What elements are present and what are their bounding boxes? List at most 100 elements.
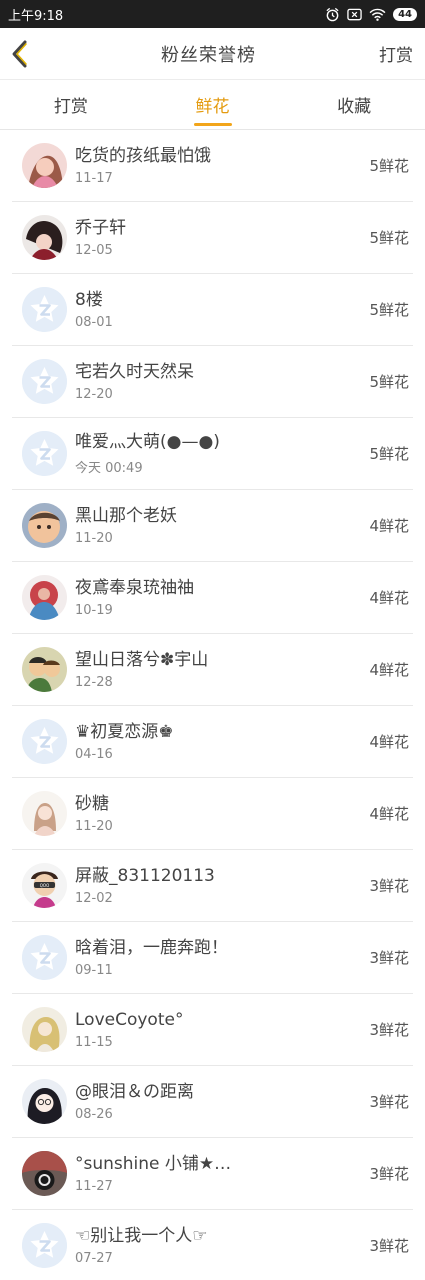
chevron-left-icon — [12, 40, 27, 67]
fan-name: LoveCoyote° — [75, 1010, 184, 1030]
fan-name: 屏蔽_831120113 — [75, 866, 215, 886]
list-item-info: 夜鳶奉泉珫䄂䄂 10-19 — [75, 577, 369, 618]
list-item-info: 砂糖 11-20 — [75, 793, 369, 834]
flower-count: 5鲜花 — [369, 445, 409, 463]
page-title: 粉丝荣誉榜 — [161, 44, 256, 66]
fan-date: 09-11 — [75, 963, 113, 978]
default-avatar-icon[interactable] — [22, 1223, 67, 1268]
fan-date: 11-20 — [75, 531, 113, 546]
list-item[interactable]: 夜鳶奉泉珫䄂䄂 10-19 4鲜花 — [12, 562, 413, 634]
list-item-info: 屏蔽_831120113 12-02 — [75, 865, 369, 906]
list-item[interactable]: 黑山那个老妖 11-20 4鲜花 — [12, 490, 413, 562]
fan-date: 07-27 — [75, 1251, 113, 1266]
avatar[interactable] — [22, 647, 67, 692]
fan-date: 10-19 — [75, 603, 113, 618]
default-avatar-icon[interactable] — [22, 431, 67, 476]
list-item-info: ☜别让我一个人☞ 07-27 — [75, 1225, 369, 1266]
back-button[interactable] — [10, 36, 38, 72]
fan-date: 12-05 — [75, 243, 113, 258]
list-item[interactable]: 望山日落兮✽宇山 12-28 4鲜花 — [12, 634, 413, 706]
fan-date: 08-01 — [75, 315, 113, 330]
flower-count: 3鲜花 — [369, 1093, 409, 1111]
fan-name: 晗着泪，一鹿奔跑！ — [75, 938, 228, 958]
fan-list: 吃货的孩纸最怕饿 11-17 5鲜花 乔子轩 12-05 5鲜花 8楼 08-01 5鲜花 宅若久… — [0, 130, 425, 1280]
list-item-info: 唯爱灬大萌(●—●) 今天 00:49 — [75, 431, 369, 476]
list-item[interactable]: °sunshine 小铺★… 11-27 3鲜花 — [12, 1138, 413, 1210]
list-item[interactable]: ♛初夏恋源♚ 04-16 4鲜花 — [12, 706, 413, 778]
list-item[interactable]: QOO 屏蔽_831120113 12-02 3鲜花 — [12, 850, 413, 922]
avatar[interactable] — [22, 1151, 67, 1196]
fan-date: 08-26 — [75, 1107, 113, 1122]
tab-reward[interactable]: 打赏 — [0, 80, 142, 129]
tab-flowers[interactable]: 鲜花 — [142, 80, 284, 129]
list-item-info: 黑山那个老妖 11-20 — [75, 505, 369, 546]
list-item[interactable]: 宅若久时天然呆 12-20 5鲜花 — [12, 346, 413, 418]
default-avatar-icon[interactable] — [22, 719, 67, 764]
list-item[interactable]: 吃货的孩纸最怕饿 11-17 5鲜花 — [12, 130, 413, 202]
fan-name: 砂糖 — [75, 794, 109, 814]
list-item[interactable]: 砂糖 11-20 4鲜花 — [12, 778, 413, 850]
fan-name: °sunshine 小铺★… — [75, 1154, 232, 1174]
flower-count: 5鲜花 — [369, 301, 409, 319]
tab-favorites[interactable]: 收藏 — [283, 80, 425, 129]
avatar[interactable] — [22, 1079, 67, 1124]
avatar[interactable] — [22, 575, 67, 620]
list-item-info: ♛初夏恋源♚ 04-16 — [75, 721, 369, 762]
status-icons: 44 — [325, 7, 417, 22]
flower-count: 5鲜花 — [369, 373, 409, 391]
wifi-icon — [369, 8, 386, 21]
flower-count: 4鲜花 — [369, 805, 409, 823]
list-item-info: 8楼 08-01 — [75, 289, 369, 330]
list-item[interactable]: LoveCoyote° 11-15 3鲜花 — [12, 994, 413, 1066]
list-item-info: 晗着泪，一鹿奔跑！ 09-11 — [75, 937, 369, 978]
fan-name: 乔子轩 — [75, 218, 126, 238]
flower-count: 4鲜花 — [369, 661, 409, 679]
flower-count: 3鲜花 — [369, 877, 409, 895]
reward-button[interactable]: 打赏 — [379, 41, 413, 66]
svg-text:QOO: QOO — [40, 883, 49, 888]
sim-off-icon — [347, 8, 362, 20]
list-item-info: 吃货的孩纸最怕饿 11-17 — [75, 145, 369, 186]
default-avatar-icon[interactable] — [22, 359, 67, 404]
list-item[interactable]: 8楼 08-01 5鲜花 — [12, 274, 413, 346]
flower-count: 4鲜花 — [369, 517, 409, 535]
status-time: 上午9:18 — [8, 8, 64, 24]
list-item[interactable]: 唯爱灬大萌(●—●) 今天 00:49 5鲜花 — [12, 418, 413, 490]
avatar[interactable]: QOO — [22, 863, 67, 908]
fan-name: ☜别让我一个人☞ — [75, 1226, 208, 1246]
flower-count: 3鲜花 — [369, 949, 409, 967]
list-item[interactable]: 晗着泪，一鹿奔跑！ 09-11 3鲜花 — [12, 922, 413, 994]
fan-date: 11-17 — [75, 171, 113, 186]
fan-date: 12-28 — [75, 675, 113, 690]
avatar[interactable] — [22, 143, 67, 188]
fan-date: 12-20 — [75, 387, 113, 402]
list-item-info: 望山日落兮✽宇山 12-28 — [75, 649, 369, 690]
fan-name: 黑山那个老妖 — [75, 506, 177, 526]
list-item[interactable]: ☜别让我一个人☞ 07-27 3鲜花 — [12, 1210, 413, 1280]
alarm-icon — [326, 7, 339, 21]
nav-bar: 粉丝荣誉榜 打赏 — [0, 28, 425, 80]
fan-name: @眼泪＆の距离 — [75, 1082, 194, 1102]
fan-date: 11-20 — [75, 819, 113, 834]
battery-level: 44 — [393, 7, 417, 21]
avatar[interactable] — [22, 503, 67, 548]
avatar[interactable] — [22, 215, 67, 260]
tab-bar: 打赏 鲜花 收藏 — [0, 80, 425, 130]
fan-date: 11-27 — [75, 1179, 113, 1194]
fan-name: 唯爱灬大萌(●—●) — [75, 432, 220, 452]
fan-name: ♛初夏恋源♚ — [75, 722, 174, 742]
avatar[interactable] — [22, 1007, 67, 1052]
fan-name: 吃货的孩纸最怕饿 — [75, 146, 211, 166]
fan-date: 04-16 — [75, 747, 113, 762]
list-item-info: @眼泪＆の距离 08-26 — [75, 1081, 369, 1122]
flower-count: 3鲜花 — [369, 1237, 409, 1255]
fan-name: 8楼 — [75, 290, 103, 310]
avatar[interactable] — [22, 791, 67, 836]
list-item[interactable]: @眼泪＆の距离 08-26 3鲜花 — [12, 1066, 413, 1138]
list-item[interactable]: 乔子轩 12-05 5鲜花 — [12, 202, 413, 274]
fan-name: 夜鳶奉泉珫䄂䄂 — [75, 578, 194, 598]
list-item-info: °sunshine 小铺★… 11-27 — [75, 1153, 369, 1194]
flower-count: 3鲜花 — [369, 1021, 409, 1039]
default-avatar-icon[interactable] — [22, 935, 67, 980]
default-avatar-icon[interactable] — [22, 287, 67, 332]
